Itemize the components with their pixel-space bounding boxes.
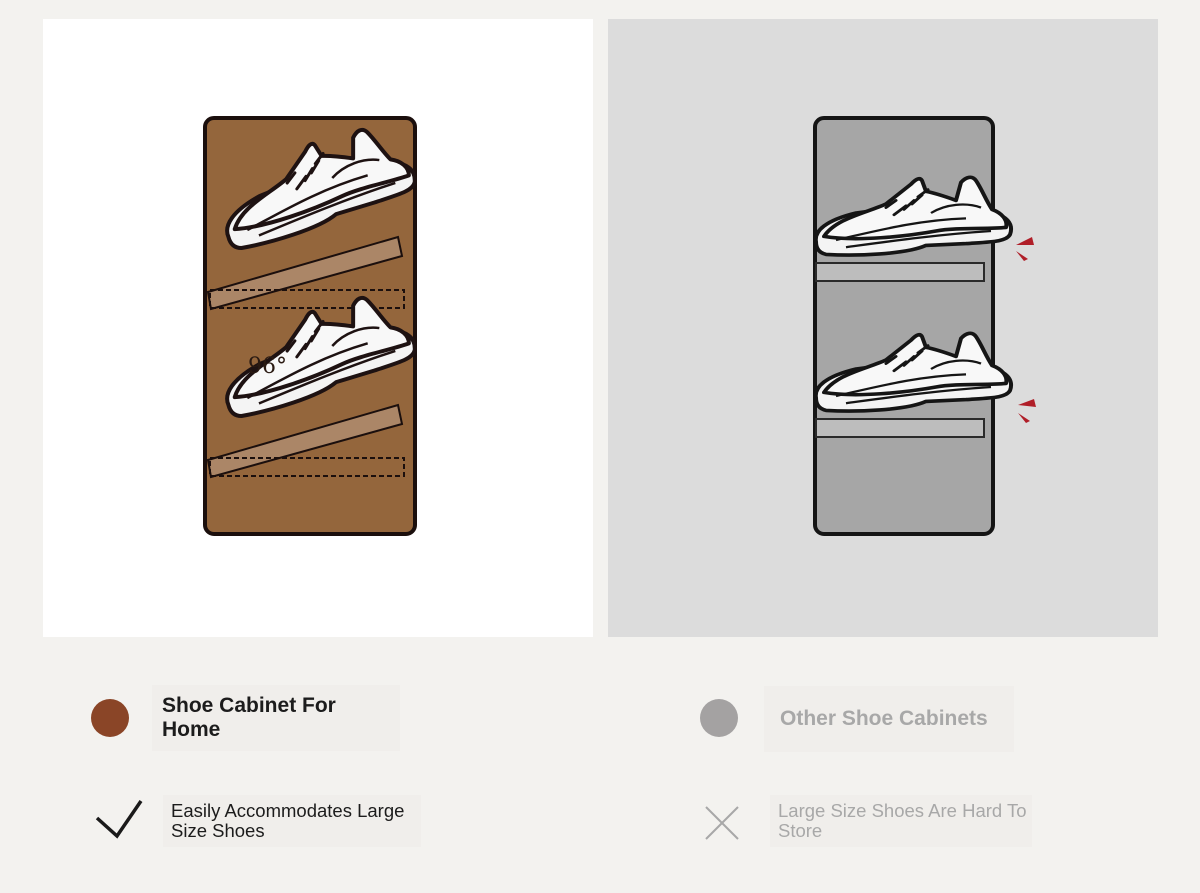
- right-description-text: Large Size Shoes Are Hard To Store: [778, 800, 1027, 841]
- cross-icon: [705, 806, 739, 840]
- flat-shelf-top: [815, 262, 985, 282]
- overflow-alert-icon: [1016, 237, 1034, 261]
- flat-shelf-bottom: [815, 418, 985, 438]
- right-title: Other Shoe Cabinets: [764, 686, 1014, 752]
- left-title-text: Shoe Cabinet For Home: [162, 694, 336, 741]
- overflow-alert-icon: [1018, 399, 1036, 423]
- check-icon: [95, 800, 143, 839]
- flat-shelf-cabinet-illustration: [813, 116, 1036, 536]
- left-description: Easily Accommodates Large Size Shoes: [163, 795, 421, 847]
- left-description-text: Easily Accommodates Large Size Shoes: [171, 800, 405, 841]
- right-description: Large Size Shoes Are Hard To Store: [770, 795, 1032, 847]
- comparison-page: 96° Shoe Cabinet For Home Easily Accommo…: [0, 0, 1200, 893]
- right-illustration-panel: [608, 19, 1158, 637]
- slanted-shelf-cabinet-illustration: 96°: [203, 116, 424, 536]
- shelf-angle-label: 96°: [248, 354, 287, 379]
- left-title: Shoe Cabinet For Home: [152, 685, 400, 751]
- brand-color-dot: [91, 699, 129, 737]
- left-illustration-panel: 96°: [43, 19, 593, 637]
- competitor-color-dot: [700, 699, 738, 737]
- right-title-text: Other Shoe Cabinets: [780, 707, 988, 730]
